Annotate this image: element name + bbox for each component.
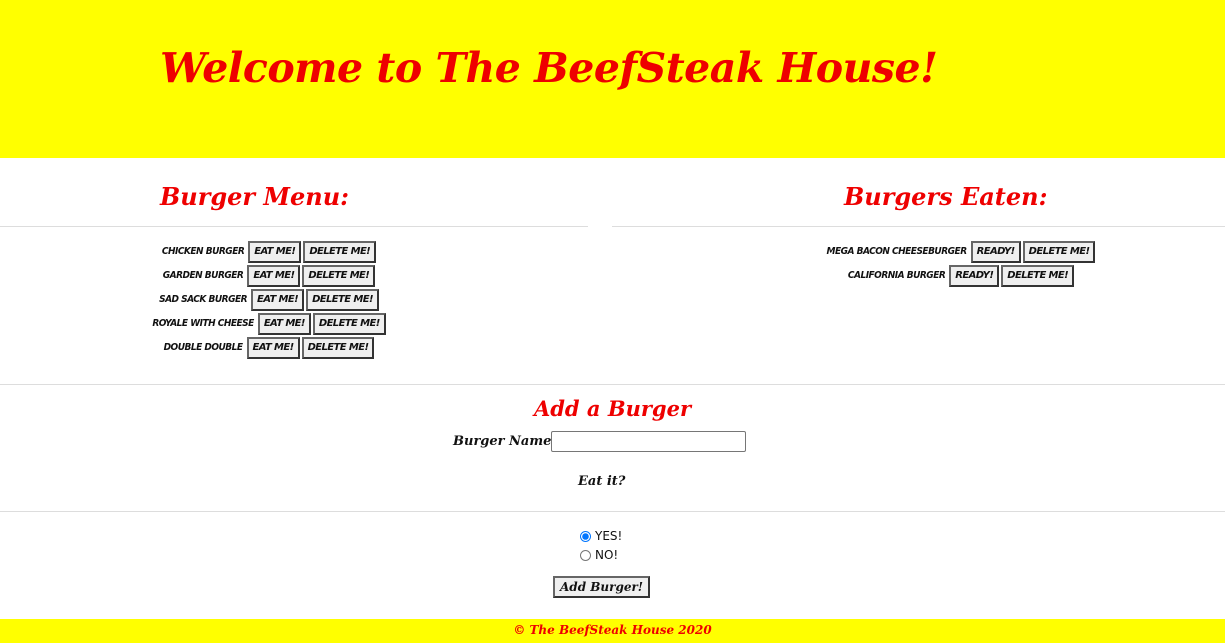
- eat-it-label: Eat it?: [578, 474, 626, 489]
- no-radio[interactable]: [580, 549, 591, 561]
- eaten-item: California Burger Ready! Delete Me!: [761, 264, 1161, 287]
- menu-divider: [0, 226, 588, 227]
- ready-button[interactable]: Ready!: [949, 264, 1000, 287]
- burger-name: Double Double: [163, 342, 243, 353]
- form-divider: [0, 511, 1225, 512]
- delete-button[interactable]: Delete Me!: [1022, 240, 1096, 263]
- menu-item: Chicken Burger Eat Me! Delete Me!: [69, 240, 469, 263]
- delete-button[interactable]: Delete Me!: [303, 240, 377, 263]
- burger-name: Garden Burger: [162, 270, 244, 281]
- copyright-text: © The BeefSteak House 2020: [513, 623, 712, 637]
- section-divider: [0, 384, 1225, 385]
- burgers-eaten-list: Mega Bacon Cheeseburger Ready! Delete Me…: [761, 240, 1161, 288]
- eaten-item: Mega Bacon Cheeseburger Ready! Delete Me…: [761, 240, 1161, 263]
- burger-name: Royale with Cheese: [152, 318, 254, 329]
- menu-item: Garden Burger Eat Me! Delete Me!: [69, 264, 469, 287]
- burger-name: Sad Sack Burger: [159, 294, 248, 305]
- eat-button[interactable]: Eat Me!: [246, 336, 300, 359]
- eat-button[interactable]: Eat Me!: [247, 264, 301, 287]
- menu-item: Royale with Cheese Eat Me! Delete Me!: [69, 312, 469, 335]
- delete-button[interactable]: Delete Me!: [301, 336, 375, 359]
- no-label: NO!: [595, 548, 619, 562]
- ready-button[interactable]: Ready!: [970, 240, 1021, 263]
- delete-button[interactable]: Delete Me!: [312, 312, 386, 335]
- footer: © The BeefSteak House 2020: [0, 619, 1225, 643]
- header-banner: Welcome to The BeefSteak House!: [0, 0, 1225, 158]
- menu-item: Sad Sack Burger Eat Me! Delete Me!: [69, 288, 469, 311]
- burger-menu-list: Chicken Burger Eat Me! Delete Me! Garden…: [69, 240, 469, 360]
- delete-button[interactable]: Delete Me!: [302, 264, 376, 287]
- burger-name: California Burger: [847, 270, 946, 281]
- add-burger-button[interactable]: Add Burger!: [553, 576, 651, 598]
- burger-name: Chicken Burger: [161, 246, 245, 257]
- burger-name-input[interactable]: [551, 431, 746, 452]
- menu-title: Burger Menu:: [160, 182, 350, 211]
- burger-name: Mega Bacon Cheeseburger: [826, 246, 968, 257]
- eaten-title: Burgers Eaten:: [844, 182, 1048, 211]
- yes-label: YES!: [595, 529, 623, 543]
- menu-item: Double Double Eat Me! Delete Me!: [69, 336, 469, 359]
- eat-button[interactable]: Eat Me!: [257, 312, 311, 335]
- eat-button[interactable]: Eat Me!: [248, 240, 302, 263]
- burger-name-label: Burger Name:: [453, 434, 557, 449]
- yes-radio[interactable]: [580, 530, 591, 542]
- page-title: Welcome to The BeefSteak House!: [160, 44, 938, 92]
- eat-button[interactable]: Eat Me!: [251, 288, 305, 311]
- add-burger-title: Add a Burger: [533, 396, 692, 421]
- no-option[interactable]: NO!: [580, 548, 618, 562]
- delete-button[interactable]: Delete Me!: [1001, 264, 1075, 287]
- eaten-divider: [612, 226, 1225, 227]
- yes-option[interactable]: YES!: [580, 529, 622, 543]
- delete-button[interactable]: Delete Me!: [306, 288, 379, 311]
